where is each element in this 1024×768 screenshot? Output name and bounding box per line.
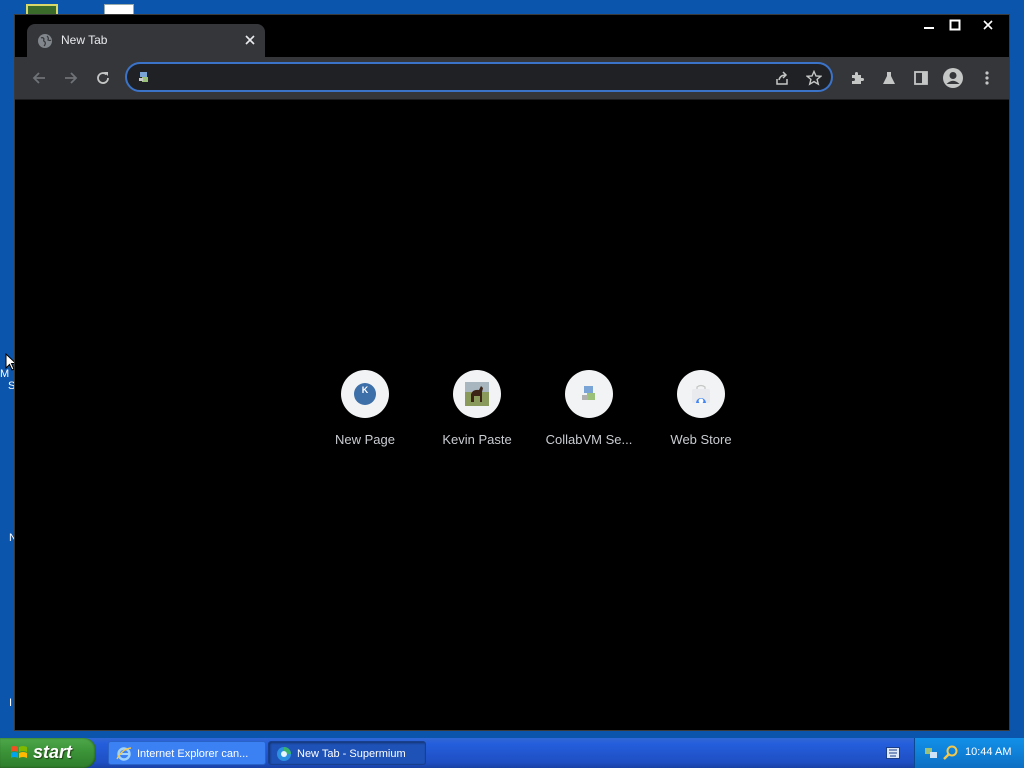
side-panel-icon [914, 71, 928, 85]
star-icon [806, 70, 822, 86]
clock: 10:44 AM [965, 746, 1012, 758]
close-icon [983, 20, 993, 30]
extensions-button[interactable] [845, 66, 869, 90]
shortcut-new-page[interactable]: K New Page [309, 370, 421, 470]
svg-text:K: K [362, 385, 369, 395]
share-icon [776, 71, 788, 85]
web-store-favicon [692, 384, 710, 404]
reload-icon [97, 72, 109, 84]
arrow-left-icon [32, 72, 45, 84]
window-maximize-button[interactable] [938, 15, 972, 35]
address-input[interactable] [155, 67, 759, 89]
taskbar: start Internet Explorer can... New Tab -… [0, 738, 1024, 768]
shortcut-icon [565, 370, 613, 418]
browser-titlebar[interactable]: New Tab [15, 15, 1009, 57]
internet-explorer-icon [116, 747, 132, 761]
magnifier-icon[interactable] [943, 745, 959, 761]
kebab-menu-icon [985, 71, 989, 85]
globe-icon [38, 34, 52, 48]
network-icon[interactable] [923, 745, 939, 761]
browser-toolbar [15, 57, 1009, 100]
windows-logo-icon [11, 746, 27, 758]
shortcut-web-store[interactable]: Web Store [645, 370, 757, 470]
side-panel-button[interactable] [909, 66, 933, 90]
close-icon [245, 35, 255, 45]
back-button[interactable] [27, 66, 51, 90]
system-tray: 10:44 AM [914, 738, 1024, 768]
shortcut-label: New Page [335, 432, 395, 447]
shortcut-label: Web Store [670, 432, 732, 447]
shortcut-tiles: K New Page Kevin Paste CollabVM Se... We… [309, 370, 732, 470]
start-button[interactable]: start [0, 738, 96, 768]
desktop-label-fragment: I [9, 697, 13, 709]
tab-close-button[interactable] [241, 31, 259, 49]
supermium-icon [277, 747, 291, 761]
arrow-right-icon [65, 72, 78, 84]
profile-button[interactable] [941, 66, 965, 90]
avatar-icon [943, 68, 963, 88]
collabvm-favicon [582, 386, 595, 400]
browser-window: New Tab K New Page Kevin Paste CollabVM … [14, 14, 1010, 731]
taskbar-item-label: Internet Explorer can... [137, 748, 249, 760]
tab-title: New Tab [61, 33, 108, 47]
forward-button[interactable] [59, 66, 83, 90]
shortcut-icon [677, 370, 725, 418]
shortcut-icon: K [341, 370, 389, 418]
shortcut-collabvm[interactable]: CollabVM Se... [533, 370, 645, 470]
new-page-favicon: K [354, 383, 376, 405]
puzzle-icon [852, 72, 864, 84]
share-button[interactable] [771, 67, 793, 89]
window-close-button[interactable] [968, 15, 1008, 35]
shortcut-label: Kevin Paste [442, 432, 512, 447]
taskbar-item-internet-explorer[interactable]: Internet Explorer can... [108, 741, 266, 765]
shortcut-kevin-paste[interactable]: Kevin Paste [421, 370, 533, 470]
taskbar-item-supermium[interactable]: New Tab - Supermium [268, 741, 426, 765]
start-label: start [33, 742, 73, 762]
bookmark-star-button[interactable] [803, 67, 825, 89]
minimize-icon [924, 27, 934, 29]
address-bar[interactable] [125, 62, 833, 92]
labs-button[interactable] [877, 66, 901, 90]
tab-new-tab[interactable]: New Tab [27, 24, 265, 57]
maximize-icon [949, 19, 961, 31]
flask-icon [883, 72, 895, 84]
new-tab-page: K New Page Kevin Paste CollabVM Se... We… [15, 100, 1009, 730]
horse-thumbnail [465, 382, 489, 406]
shortcut-icon [453, 370, 501, 418]
taskbar-item-label: New Tab - Supermium [297, 748, 406, 760]
shortcut-label: CollabVM Se... [545, 432, 633, 447]
menu-button[interactable] [975, 66, 999, 90]
keyboard-icon[interactable] [886, 747, 900, 759]
reload-button[interactable] [91, 66, 115, 90]
collabvm-favicon [139, 72, 148, 82]
